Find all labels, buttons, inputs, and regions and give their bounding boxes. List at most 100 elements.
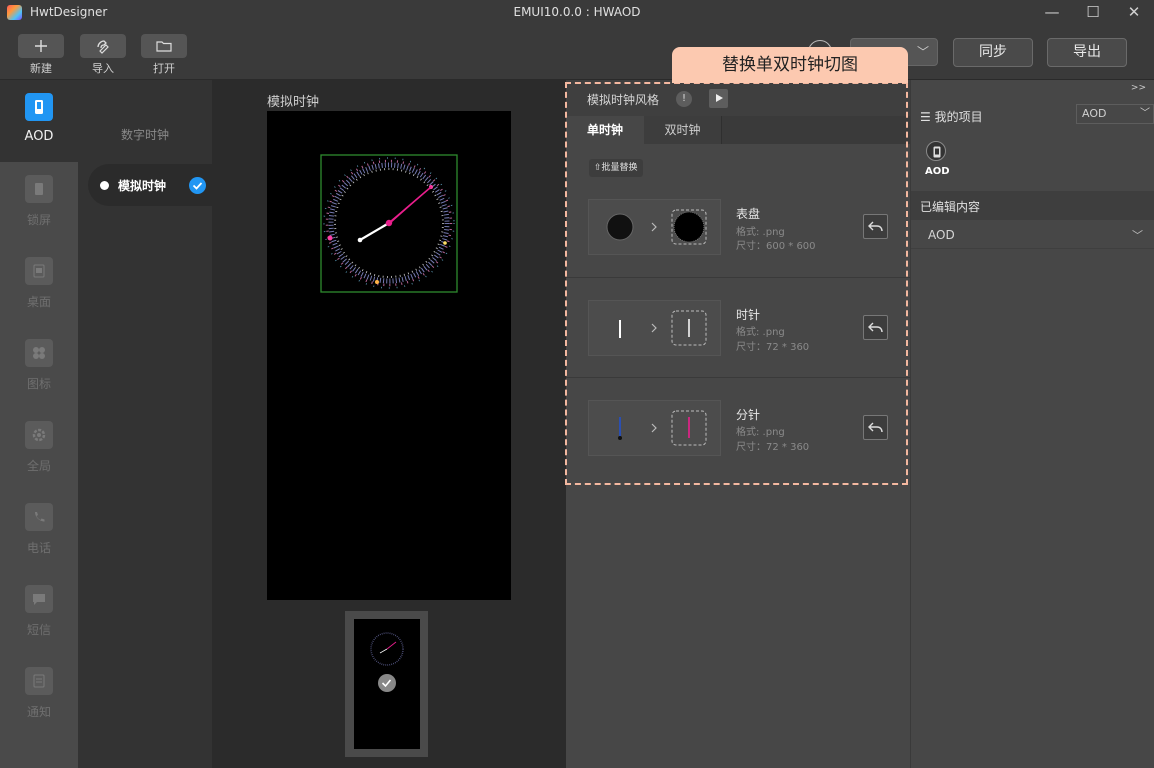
undo-button[interactable] bbox=[863, 415, 888, 440]
nav-item-aod[interactable]: AOD bbox=[0, 80, 78, 162]
edited-content-title: 已编辑内容 bbox=[920, 200, 981, 214]
nav-item-global[interactable]: 全局 bbox=[0, 408, 78, 490]
project-item-label[interactable]: AOD bbox=[925, 166, 950, 177]
asset-name: 时针 bbox=[736, 308, 761, 322]
new-button[interactable]: 新建 bbox=[18, 34, 64, 76]
nav-item-desktop[interactable]: 桌面 bbox=[0, 244, 78, 326]
properties-title: 模拟时钟风格 bbox=[587, 93, 660, 107]
preview-screen bbox=[267, 111, 511, 600]
title-bar: HwtDesigner EMUI10.0.0 : HWAOD — ☐ ✕ bbox=[0, 0, 1154, 26]
left-nav: AOD 锁屏 桌面 图标 全局 电话 短信 通知 bbox=[0, 80, 78, 768]
project-select-value: AOD bbox=[1082, 107, 1107, 120]
chevron-down-icon: ﹀ bbox=[1140, 108, 1150, 119]
sub-item-analog-clock[interactable]: 模拟时钟 bbox=[88, 164, 212, 206]
nav-item-phone[interactable]: 电话 bbox=[0, 490, 78, 572]
minimize-button[interactable]: — bbox=[1037, 1, 1067, 25]
export-button[interactable]: 导出 bbox=[1047, 38, 1127, 67]
window-title: EMUI10.0.0 : HWAOD bbox=[513, 5, 641, 19]
asset-format: 格式: .png bbox=[736, 227, 785, 238]
chevron-down-icon: ﹀ bbox=[916, 45, 929, 59]
open-label: 打开 bbox=[153, 62, 175, 75]
asset-card-hour-hand: 时针 格式: .png 尺寸：72 * 360 bbox=[566, 277, 910, 377]
project-phone-icon[interactable] bbox=[926, 141, 946, 161]
asset-format: 格式: .png bbox=[736, 327, 785, 338]
properties-header: 模拟时钟风格 ! bbox=[566, 80, 910, 116]
nav-label: 桌面 bbox=[26, 295, 51, 309]
grid-icon bbox=[25, 339, 53, 367]
nav-label: 电话 bbox=[26, 541, 51, 555]
asset-card-dial: 表盘 格式: .png 尺寸：600 * 600 bbox=[566, 177, 910, 277]
nav-label: AOD bbox=[24, 129, 54, 144]
edited-item-label: AOD bbox=[928, 228, 955, 242]
asset-size: 尺寸：72 * 360 bbox=[736, 442, 810, 453]
open-button[interactable]: 打开 bbox=[141, 34, 187, 76]
dial-preview[interactable] bbox=[588, 199, 721, 255]
phone-icon bbox=[25, 93, 53, 121]
notification-icon bbox=[25, 667, 53, 695]
preview-area: 模拟时钟 bbox=[212, 80, 566, 768]
undo-icon bbox=[868, 322, 883, 333]
message-icon bbox=[25, 585, 53, 613]
check-icon bbox=[189, 177, 206, 194]
nav-label: 图标 bbox=[26, 377, 51, 391]
selected-dot-icon bbox=[100, 181, 109, 190]
new-label: 新建 bbox=[30, 62, 52, 75]
thumbnail-item[interactable] bbox=[345, 611, 428, 757]
tab-single-clock[interactable]: 单时钟 bbox=[566, 116, 644, 144]
thumbnail-screen bbox=[354, 619, 420, 749]
batch-replace-button[interactable]: ⇧批量替换 bbox=[589, 159, 643, 177]
tab-dual-clock[interactable]: 双时钟 bbox=[644, 116, 722, 144]
properties-panel: 模拟时钟风格 ! 单时钟 双时钟 ⇧批量替换 表盘 格式: .png 尺寸：60… bbox=[566, 80, 910, 768]
chevron-down-icon: ﹀ bbox=[1132, 229, 1143, 242]
asset-name: 表盘 bbox=[736, 207, 761, 221]
edited-content-item[interactable]: AOD ﹀ bbox=[911, 221, 1154, 249]
import-button[interactable]: 导入 bbox=[80, 34, 126, 76]
folder-icon bbox=[156, 41, 172, 52]
clock-preview[interactable] bbox=[267, 111, 511, 600]
sub-item-digital-clock[interactable]: 数字时钟 bbox=[78, 126, 212, 143]
play-button[interactable] bbox=[709, 89, 728, 108]
nav-item-notification[interactable]: 通知 bbox=[0, 654, 78, 736]
gear-icon bbox=[25, 421, 53, 449]
upload-icon: ⇧ bbox=[594, 163, 602, 173]
asset-format: 格式: .png bbox=[736, 427, 785, 438]
expand-button[interactable]: >> bbox=[1131, 83, 1146, 93]
nav-item-icons[interactable]: 图标 bbox=[0, 326, 78, 408]
phone-call-icon bbox=[25, 503, 53, 531]
import-label: 导入 bbox=[92, 62, 114, 75]
project-select[interactable]: AOD ﹀ bbox=[1076, 104, 1154, 124]
nav-item-sms[interactable]: 短信 bbox=[0, 572, 78, 654]
right-panel: >> ☰ 我的项目 AOD ﹀ AOD 已编辑内容 AOD ﹀ bbox=[910, 80, 1154, 768]
sub-nav: 数字时钟 模拟时钟 bbox=[78, 80, 212, 768]
annotation-label: 替换单双时钟切图 bbox=[672, 47, 908, 83]
sub-item-label: 模拟时钟 bbox=[118, 179, 167, 193]
asset-size: 尺寸：600 * 600 bbox=[736, 241, 816, 252]
asset-card-minute-hand: 分针 格式: .png 尺寸：72 * 360 bbox=[566, 377, 910, 477]
edited-content-header: 已编辑内容 bbox=[911, 191, 1154, 220]
nav-label: 通知 bbox=[26, 705, 51, 719]
asset-name: 分针 bbox=[736, 408, 761, 422]
plus-icon bbox=[35, 40, 47, 52]
lock-screen-icon bbox=[25, 175, 53, 203]
undo-button[interactable] bbox=[863, 214, 888, 239]
nav-label: 锁屏 bbox=[26, 213, 51, 227]
batch-replace-label: 批量替换 bbox=[601, 163, 638, 173]
nav-item-lock-screen[interactable]: 锁屏 bbox=[0, 162, 78, 244]
undo-icon bbox=[868, 422, 883, 433]
minute-hand-preview[interactable] bbox=[588, 400, 721, 456]
nav-label: 短信 bbox=[26, 623, 51, 637]
close-button[interactable]: ✕ bbox=[1119, 1, 1149, 25]
maximize-button[interactable]: ☐ bbox=[1078, 1, 1108, 25]
list-icon: ☰ bbox=[920, 110, 931, 124]
sync-button[interactable]: 同步 bbox=[953, 38, 1033, 67]
hour-hand-preview[interactable] bbox=[588, 300, 721, 356]
desktop-icon bbox=[25, 257, 53, 285]
my-projects-label: 我的项目 bbox=[934, 110, 983, 124]
info-icon[interactable]: ! bbox=[676, 91, 692, 107]
clock-tabs: 单时钟 双时钟 bbox=[566, 116, 910, 144]
nav-label: 全局 bbox=[26, 459, 51, 473]
asset-size: 尺寸：72 * 360 bbox=[736, 342, 810, 353]
my-projects-title: ☰ 我的项目 bbox=[920, 108, 983, 125]
undo-icon bbox=[868, 221, 883, 232]
undo-button[interactable] bbox=[863, 315, 888, 340]
